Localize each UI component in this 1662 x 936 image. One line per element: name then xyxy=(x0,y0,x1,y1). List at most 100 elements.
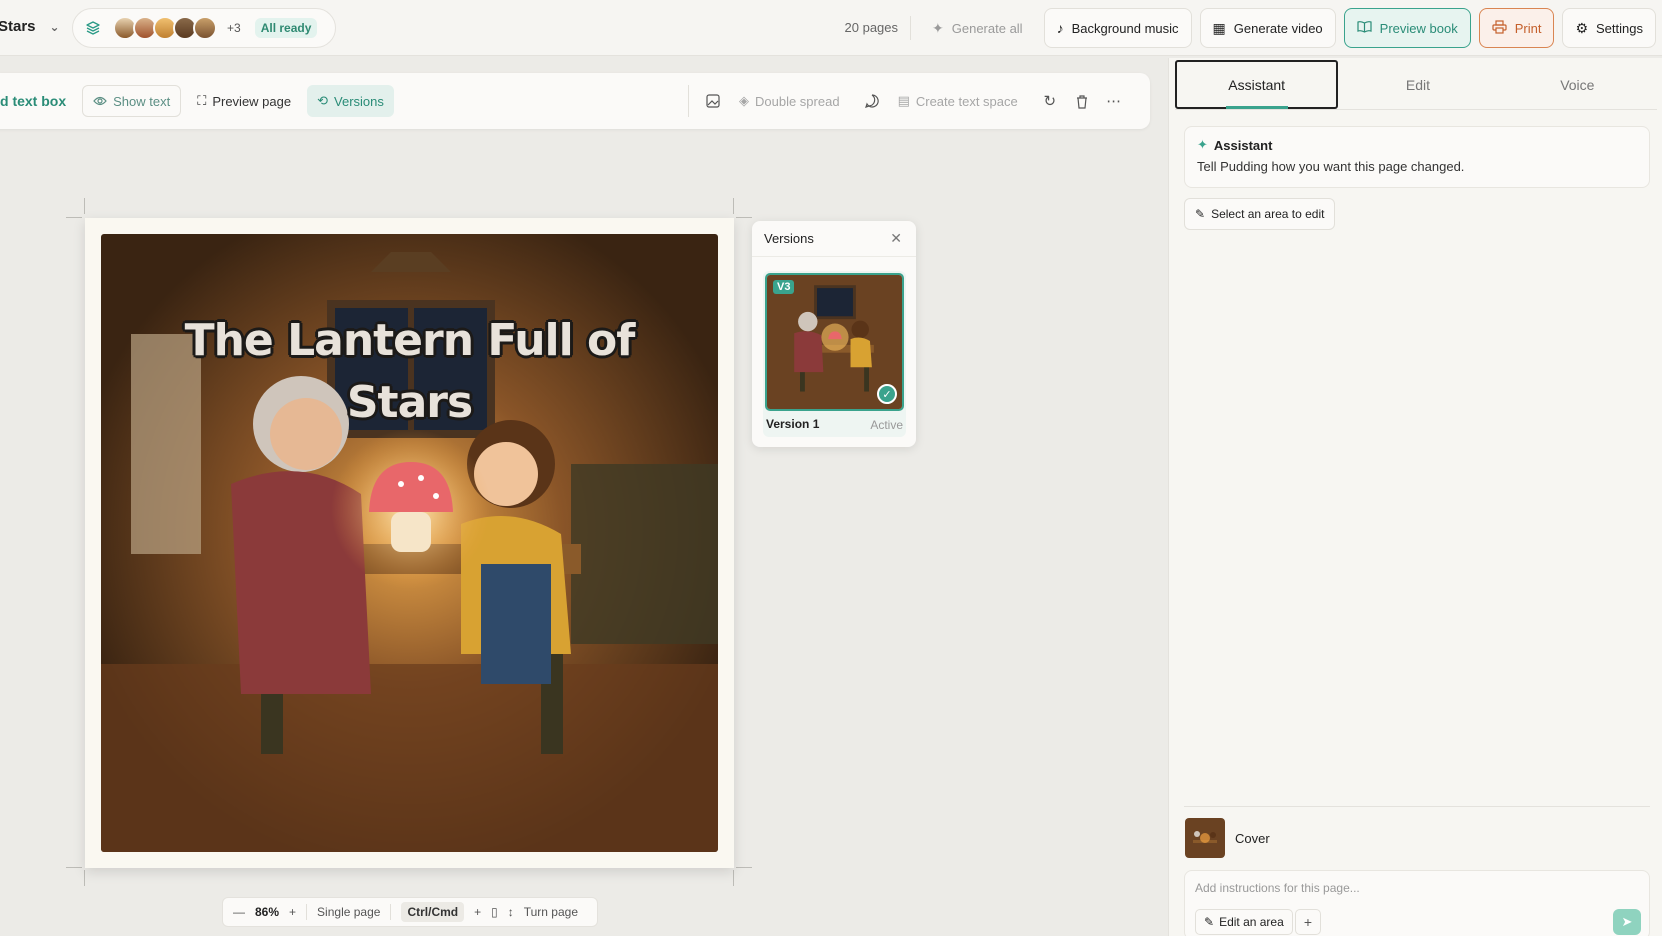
version-label: Version 1 xyxy=(766,417,820,431)
versions-label: Versions xyxy=(334,93,384,109)
more-characters-count: +3 xyxy=(227,21,241,35)
generate-all-label: Generate all xyxy=(951,20,1023,36)
image-edit-icon[interactable] xyxy=(697,85,729,117)
pencil-icon: ✎ xyxy=(1204,915,1215,929)
version-card[interactable]: V3 ✓ Version 1 Active xyxy=(763,271,906,437)
cover-title-text[interactable]: The Lantern Full of Stars xyxy=(101,310,718,434)
edit-area-label: Edit an area xyxy=(1219,915,1284,929)
assistant-message: Tell Pudding how you want this page chan… xyxy=(1197,159,1465,174)
crop-mark xyxy=(733,870,734,886)
trash-icon[interactable] xyxy=(1066,85,1098,117)
instructions-input[interactable] xyxy=(1195,881,1635,895)
send-icon[interactable]: ➤ xyxy=(1613,909,1641,935)
create-text-space-label: Create text space xyxy=(915,93,1018,109)
close-icon[interactable]: ✕ xyxy=(890,230,902,247)
mouse-icon: ▯ xyxy=(491,905,498,919)
versions-button[interactable]: ⟲ Versions xyxy=(307,85,394,117)
generate-video-button[interactable]: ▦ Generate video xyxy=(1199,8,1336,48)
edit-area-button[interactable]: ✎ Edit an area xyxy=(1195,909,1293,935)
sparkle-icon: ✦ xyxy=(932,19,944,36)
print-label: Print xyxy=(1514,20,1542,36)
character-avatars xyxy=(113,16,217,40)
divider xyxy=(306,904,308,920)
assistant-message-card: ✦ Assistant Tell Pudding how you want th… xyxy=(1184,126,1650,188)
turn-page-hint: Turn page xyxy=(523,905,578,919)
page-toolbar: d text box Show text ⛶ Preview page ⟲ Ve… xyxy=(0,73,1150,129)
crop-mark xyxy=(66,217,82,218)
book-open-icon xyxy=(1357,20,1372,36)
preview-page-button[interactable]: ⛶ Preview page xyxy=(187,85,301,117)
tab-assistant[interactable]: Assistant xyxy=(1175,60,1339,109)
eye-icon xyxy=(93,94,107,109)
crop-mark xyxy=(736,867,752,868)
tab-edit[interactable]: Edit xyxy=(1338,60,1497,109)
characters-pill[interactable]: +3 All ready xyxy=(72,8,336,48)
add-text-box-button[interactable]: d text box xyxy=(0,85,76,117)
film-icon: ▦ xyxy=(1212,19,1226,36)
pages-count: 20 pages xyxy=(833,16,912,40)
double-spread-label: Double spread xyxy=(755,93,840,109)
pencil-icon: ✎ xyxy=(1195,207,1206,221)
check-icon: ✓ xyxy=(877,384,897,404)
shortcut-plus: + xyxy=(474,905,482,919)
create-text-space-button[interactable]: ▤ Create text space xyxy=(888,85,1028,117)
chevron-down-icon: ⌄ xyxy=(49,19,60,34)
layers-icon xyxy=(83,18,103,38)
background-music-button[interactable]: ♪ Background music xyxy=(1043,8,1192,48)
zoom-in-icon[interactable]: + xyxy=(289,905,296,919)
settings-button[interactable]: ⚙ Settings xyxy=(1562,8,1656,48)
version-badge: V3 xyxy=(773,280,795,294)
sparkle-icon: ✦ xyxy=(1197,137,1208,152)
tab-voice[interactable]: Voice xyxy=(1498,60,1657,109)
zoom-bar: — 86% + Single page Ctrl/Cmd + ▯ ↕ Turn … xyxy=(222,897,598,927)
book-title-dropdown[interactable]: Stars ⌄ xyxy=(0,18,60,35)
add-attachment-icon[interactable]: + xyxy=(1295,909,1321,935)
status-badge: All ready xyxy=(254,18,318,38)
double-spread-button[interactable]: ◈ Double spread xyxy=(729,85,850,117)
versions-popover-title: Versions xyxy=(764,231,814,246)
generate-all-button[interactable]: ✦ Generate all xyxy=(919,8,1036,48)
top-bar: Stars ⌄ +3 All ready 20 pages ✦ Generate… xyxy=(0,0,1662,56)
refresh-icon[interactable]: ↻ xyxy=(1034,85,1066,117)
scan-icon: ⛶ xyxy=(197,93,207,108)
comment-icon[interactable] xyxy=(856,85,888,117)
music-note-icon: ♪ xyxy=(1056,20,1064,36)
divider xyxy=(390,904,392,920)
preview-book-label: Preview book xyxy=(1379,20,1458,36)
toolbar-right-actions: ◈ Double spread ▤ Create text space ↻ ⋯ xyxy=(688,85,1130,117)
right-panel: Assistant Edit Voice ✦ Assistant Tell Pu… xyxy=(1168,58,1662,936)
add-text-box-label: d text box xyxy=(0,93,67,109)
assistant-title: Assistant xyxy=(1213,137,1273,153)
more-options-icon[interactable]: ⋯ xyxy=(1098,85,1130,117)
cover-thumbnail xyxy=(1185,818,1225,858)
book-page[interactable]: The Lantern Full of Stars xyxy=(85,218,734,868)
crop-mark xyxy=(733,198,734,214)
cover-illustration[interactable]: The Lantern Full of Stars xyxy=(101,234,718,852)
assistant-header: ✦ Assistant xyxy=(1197,137,1637,153)
settings-label: Settings xyxy=(1596,20,1643,36)
background-music-label: Background music xyxy=(1071,20,1179,36)
sliders-icon: ⚙ xyxy=(1575,19,1589,36)
select-area-button[interactable]: ✎ Select an area to edit xyxy=(1184,198,1336,230)
show-text-button[interactable]: Show text xyxy=(82,85,182,117)
crop-mark xyxy=(66,867,82,868)
print-button[interactable]: Print xyxy=(1478,8,1555,48)
preview-page-label: Preview page xyxy=(212,93,292,109)
avatar[interactable] xyxy=(193,16,217,40)
layout-icon: ▤ xyxy=(897,93,910,108)
version-thumbnail[interactable]: V3 ✓ xyxy=(765,273,904,411)
version-status: Active xyxy=(870,418,903,432)
history-icon: ⟲ xyxy=(317,93,329,108)
layers-icon: ◈ xyxy=(739,93,749,108)
book-title: Stars xyxy=(0,18,36,35)
generate-video-label: Generate video xyxy=(1233,20,1323,36)
current-page-row: Cover xyxy=(1185,818,1270,858)
instructions-box: ✎ Edit an area + ➤ xyxy=(1184,870,1650,936)
versions-popover: Versions ✕ V3 ✓ Version 1 Active xyxy=(752,221,916,447)
scroll-icon: ↕ xyxy=(507,905,514,919)
select-area-label: Select an area to edit xyxy=(1211,207,1325,221)
show-text-label: Show text xyxy=(113,93,171,109)
view-mode-toggle[interactable]: Single page xyxy=(317,905,380,919)
zoom-out-icon[interactable]: — xyxy=(233,905,245,919)
preview-book-button[interactable]: Preview book xyxy=(1343,8,1471,48)
